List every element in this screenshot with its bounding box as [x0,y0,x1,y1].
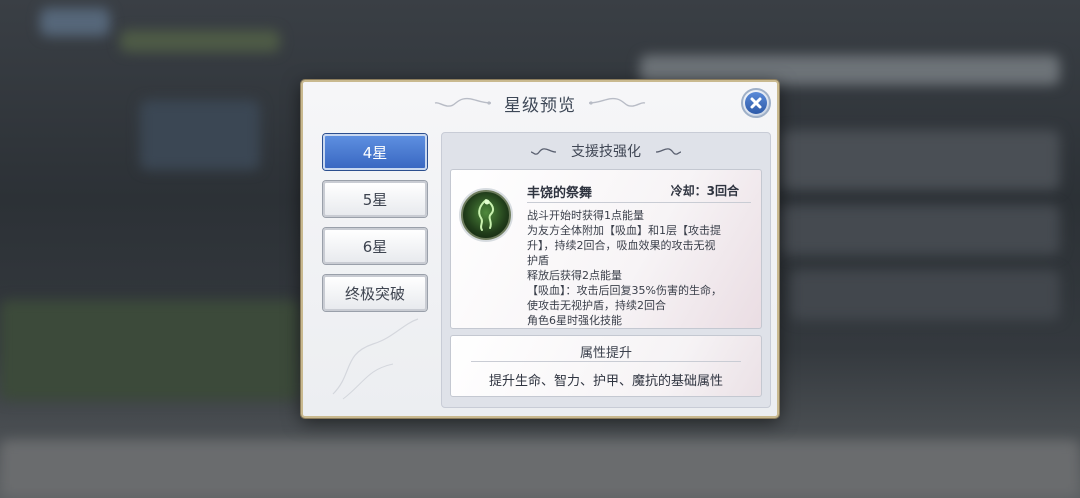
section-deco-left-icon [530,148,557,155]
tab-ultimate-breakthrough[interactable]: 终极突破 [323,275,427,311]
skill-cooldown: 冷却：3回合 [670,184,739,198]
tab-4-star[interactable]: 4星 [323,134,427,170]
skill-desc-line: 升】，持续2回合，吸血效果的攻击无视 [527,239,716,252]
attribute-title: 属性提升 [579,346,632,361]
attribute-card: 属性提升 提升生命、智力、护甲、魔抗的基础属性 [450,335,762,397]
skill-name: 丰饶的祭舞 [527,186,593,201]
dialog-title-bar: 星级预览 [303,82,777,120]
skill-desc-line: 使攻击无视护盾，持续2回合 [527,299,666,312]
skill-desc-line: 护盾 [527,254,549,267]
section-header: 支援技强化 [442,141,770,165]
skill-desc-line: 角色6星时强化技能 [527,314,622,327]
divider [527,202,751,203]
title-ornament-right-icon [588,97,646,107]
dialog-title: 星级预览 [504,96,576,116]
tab-5-star[interactable]: 5星 [323,181,427,217]
decorative-ornament-icon [332,318,419,400]
section-deco-right-icon [655,148,682,155]
skill-card: 丰饶的祭舞 冷却：3回合 战斗开始时获得1点能量 为友方全体附加【吸血】和1层【… [450,169,762,329]
tab-6-star[interactable]: 6星 [323,228,427,264]
divider [471,361,741,362]
close-icon [745,92,767,114]
skill-desc-line: 释放后获得2点能量 [527,269,622,282]
skill-desc-line: 战斗开始时获得1点能量 [527,209,644,222]
dragon-skill-icon [461,190,511,240]
support-skill-panel: 支援技强化 丰饶的祭舞 冷却：3回合 战斗开始时获得1点能量 为友方全体附加【吸… [441,132,771,408]
section-title: 支援技强化 [571,144,641,160]
close-button[interactable] [741,88,771,118]
star-preview-dialog: 星级预览 4星 5星 6星 终极突破 支援技强化 丰饶的祭舞 冷却：3回合 战斗… [301,80,779,418]
skill-desc-line: 【吸血】：攻击后回复35%伤害的生命， [527,284,722,297]
attribute-text: 提升生命、智力、护甲、魔抗的基础属性 [488,374,723,389]
skill-desc-line: 为友方全体附加【吸血】和1层【攻击提 [527,224,721,237]
skill-description: 战斗开始时获得1点能量 为友方全体附加【吸血】和1层【攻击提 升】，持续2回合，… [527,208,755,328]
